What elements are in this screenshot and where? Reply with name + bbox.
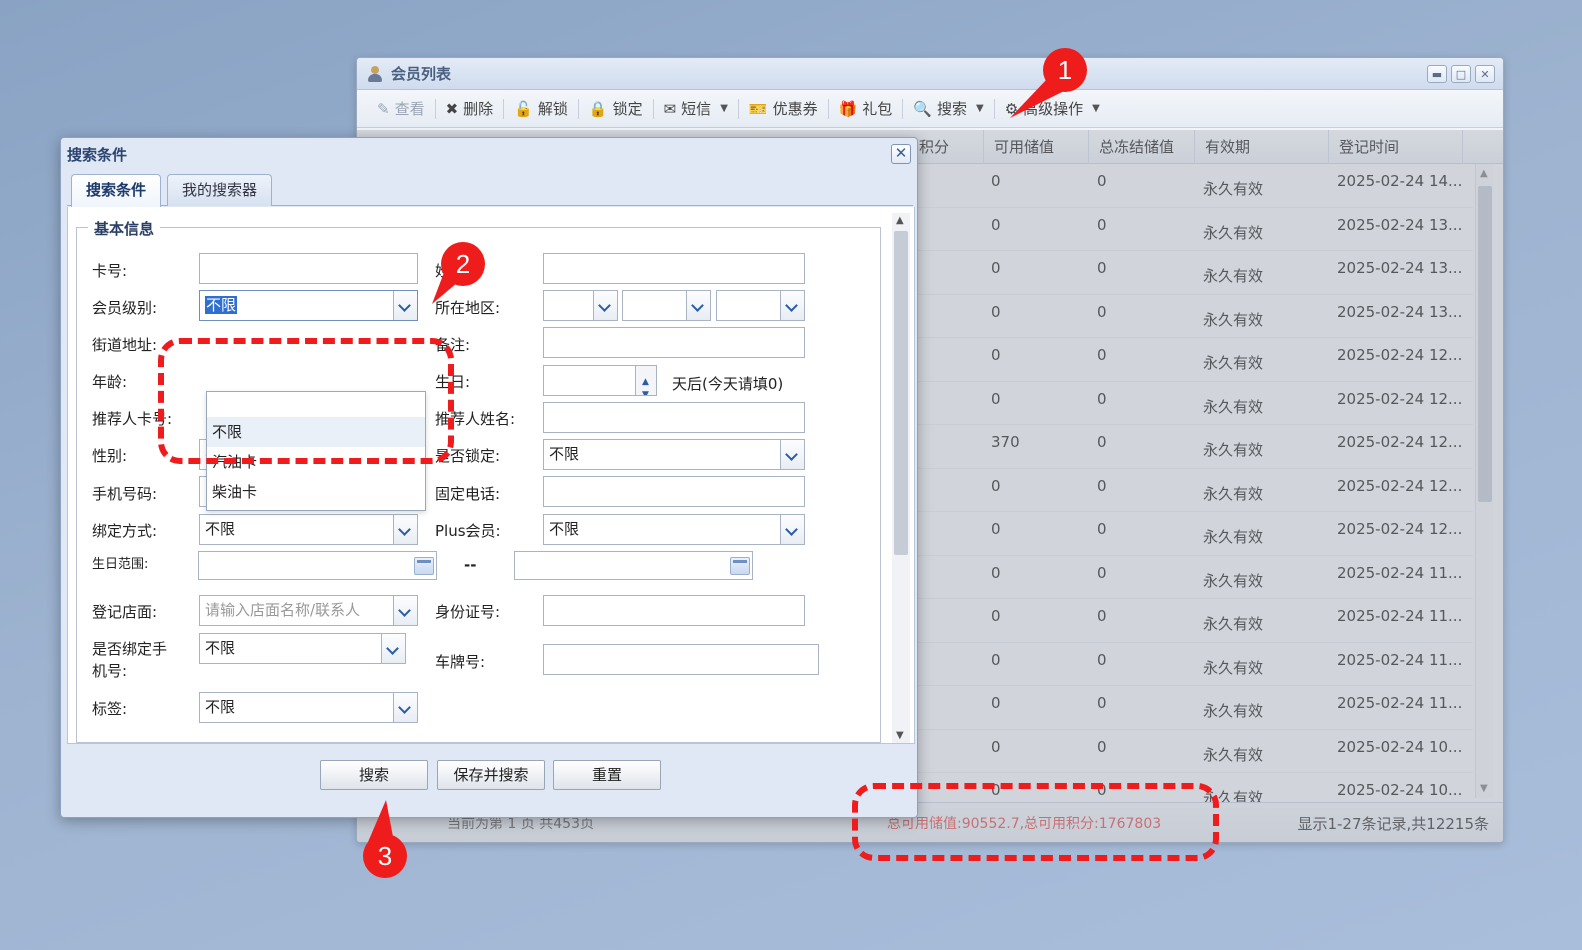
annotation-badge-3: 3 <box>363 834 407 878</box>
annotation-badge-2: 2 <box>441 242 485 286</box>
annotation-badge-1: 1 <box>1043 48 1087 92</box>
annotation-pointers <box>368 78 1070 842</box>
